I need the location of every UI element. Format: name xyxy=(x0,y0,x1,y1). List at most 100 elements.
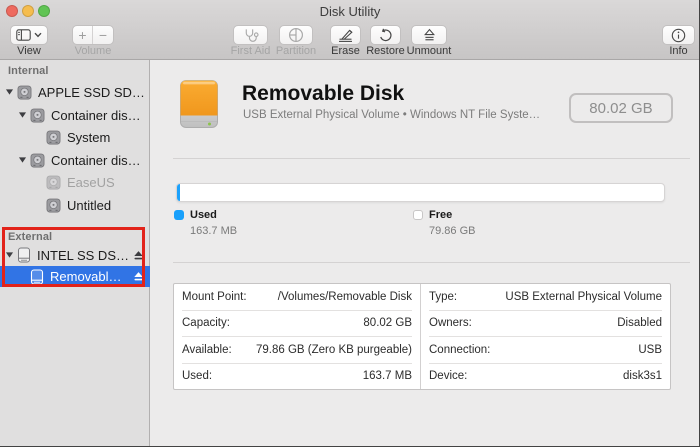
legend-used: Used 163.7 MB xyxy=(174,209,237,237)
disclosure-triangle-icon[interactable] xyxy=(5,251,14,259)
info-label: Info xyxy=(651,45,700,57)
erase-button[interactable] xyxy=(330,25,361,45)
detail-label: Type: xyxy=(429,291,457,303)
disk-utility-window: Disk Utility View + − Volume xyxy=(0,0,700,447)
sidebar-item-label: INTEL SS DS… xyxy=(37,248,129,263)
unmount-eject-icon xyxy=(423,28,436,43)
sidebar-section-internal: Internal xyxy=(8,65,49,77)
internal-disk-icon xyxy=(17,85,32,100)
used-legend-swatch xyxy=(174,210,184,220)
disclosure-triangle-icon[interactable] xyxy=(5,88,14,96)
partition-label: Partition xyxy=(268,45,324,57)
table-row: Used: 163.7 MB xyxy=(182,363,412,390)
detail-value: USB External Physical Volume xyxy=(505,291,662,303)
chevron-down-icon xyxy=(34,32,42,38)
sidebar-item-label: Untitled xyxy=(67,198,111,213)
external-disk-icon xyxy=(17,247,31,263)
first-aid-button[interactable] xyxy=(233,25,268,45)
details-right-column: Type: USB External Physical Volume Owner… xyxy=(420,284,670,389)
detail-value: Disabled xyxy=(617,317,662,329)
window-chrome: Disk Utility View + − Volume xyxy=(0,0,700,60)
info-icon xyxy=(671,28,686,43)
detail-value: /Volumes/Removable Disk xyxy=(278,291,412,303)
detail-label: Owners: xyxy=(429,317,472,329)
sidebar-item-system[interactable]: System xyxy=(0,126,150,148)
table-row: Type: USB External Physical Volume xyxy=(429,284,662,310)
used-legend-value: 163.7 MB xyxy=(190,225,237,237)
sidebar-item-easeus[interactable]: EaseUS xyxy=(0,171,150,193)
partition-pie-icon xyxy=(288,27,304,43)
storage-usage-bar xyxy=(176,183,665,202)
volume-segmented-control: + − xyxy=(72,25,114,45)
sidebar-item-untitled[interactable]: Untitled xyxy=(0,194,150,216)
main-panel: Removable Disk USB External Physical Vol… xyxy=(151,60,700,447)
divider xyxy=(173,262,690,263)
sidebar: Internal APPLE SSD SD… xyxy=(0,60,150,447)
sidebar-item-container-1[interactable]: Container dis… xyxy=(0,104,150,126)
sidebar-item-container-2[interactable]: Container dis… xyxy=(0,149,150,171)
table-row: Device: disk3s1 xyxy=(429,363,662,390)
view-button[interactable] xyxy=(10,25,48,45)
detail-value: disk3s1 xyxy=(623,370,662,382)
table-row: Connection: USB xyxy=(429,336,662,363)
sidebar-item-apple-ssd[interactable]: APPLE SSD SD… xyxy=(0,81,150,103)
sidebar-item-label: Removabl… xyxy=(50,269,122,284)
disclosure-triangle-icon[interactable] xyxy=(18,156,27,164)
detail-label: Device: xyxy=(429,370,467,382)
detail-label: Connection: xyxy=(429,344,490,356)
restore-arrow-icon xyxy=(378,28,393,43)
free-legend-value: 79.86 GB xyxy=(429,225,475,237)
sidebar-item-removable-disk[interactable]: Removabl… xyxy=(0,266,150,287)
volume-size-badge: 80.02 GB xyxy=(569,93,673,123)
detail-value: USB xyxy=(638,344,662,356)
sidebar-section-external: External xyxy=(8,231,52,243)
volume-details-table: Mount Point: /Volumes/Removable Disk Cap… xyxy=(173,283,671,390)
used-legend-label: Used xyxy=(190,209,237,221)
info-button[interactable] xyxy=(662,25,695,45)
volume-label: Volume xyxy=(65,45,121,57)
sidebar-panel-icon xyxy=(16,29,31,41)
internal-disk-icon xyxy=(46,130,61,145)
unmount-button[interactable] xyxy=(411,25,447,45)
detail-label: Used: xyxy=(182,370,212,382)
view-button-label: View xyxy=(6,45,52,57)
legend-free: Free 79.86 GB xyxy=(413,209,475,237)
internal-disk-icon xyxy=(46,175,61,190)
disclosure-triangle-icon[interactable] xyxy=(18,111,27,119)
table-row: Mount Point: /Volumes/Removable Disk xyxy=(182,284,412,310)
volume-title: Removable Disk xyxy=(242,82,404,106)
stethoscope-icon xyxy=(242,28,259,43)
detail-label: Available: xyxy=(182,344,232,356)
detail-label: Capacity: xyxy=(182,317,230,329)
sidebar-item-label: Container dis… xyxy=(51,108,141,123)
used-space-fill xyxy=(177,184,180,201)
free-legend-swatch xyxy=(413,210,423,220)
partition-button[interactable] xyxy=(279,25,313,45)
eject-icon[interactable] xyxy=(133,250,144,261)
sidebar-item-label: EaseUS xyxy=(67,175,115,190)
restore-button[interactable] xyxy=(370,25,401,45)
detail-value: 163.7 MB xyxy=(363,370,412,382)
detail-label: Mount Point: xyxy=(182,291,247,303)
unmount-label: Unmount xyxy=(399,45,459,57)
add-volume-button[interactable]: + xyxy=(73,26,93,44)
detail-value: 80.02 GB xyxy=(363,317,412,329)
table-row: Available: 79.86 GB (Zero KB purgeable) xyxy=(182,336,412,363)
window-title: Disk Utility xyxy=(0,4,700,19)
detail-value: 79.86 GB (Zero KB purgeable) xyxy=(256,344,412,356)
sidebar-item-label: System xyxy=(67,130,110,145)
details-left-column: Mount Point: /Volumes/Removable Disk Cap… xyxy=(174,284,420,389)
internal-disk-icon xyxy=(30,108,45,123)
volume-subtitle: USB External Physical Volume • Windows N… xyxy=(243,109,540,121)
eject-icon[interactable] xyxy=(133,271,144,282)
sidebar-item-label: Container dis… xyxy=(51,153,141,168)
removable-drive-icon xyxy=(180,80,218,128)
sidebar-item-label: APPLE SSD SD… xyxy=(38,85,145,100)
table-row: Owners: Disabled xyxy=(429,310,662,337)
internal-disk-icon xyxy=(30,153,45,168)
free-legend-label: Free xyxy=(429,209,475,221)
remove-volume-button[interactable]: − xyxy=(93,26,113,44)
table-row: Capacity: 80.02 GB xyxy=(182,310,412,337)
erase-pencil-icon xyxy=(337,28,354,43)
sidebar-item-intel-disk[interactable]: INTEL SS DS… xyxy=(0,244,150,266)
